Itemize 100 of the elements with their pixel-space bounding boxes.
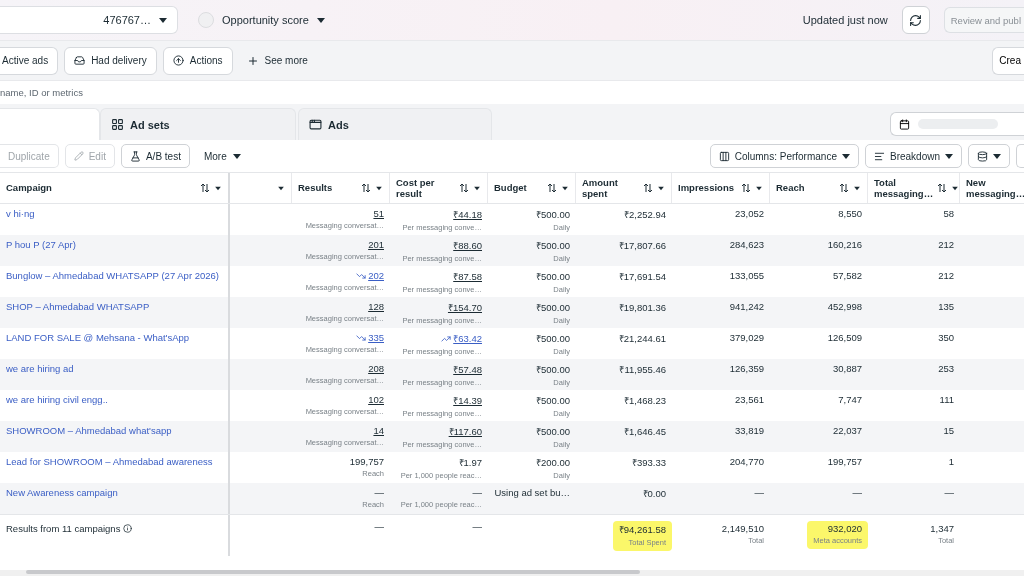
table-cell: 135 (938, 301, 954, 312)
table-cell: 22,037 (832, 425, 862, 436)
table-cell: 30,887 (832, 363, 862, 374)
table-cell: ₹393.33 (631, 456, 666, 469)
export-dropdown[interactable] (968, 144, 1010, 168)
campaign-link[interactable]: LAND FOR SALE @ Mehsana - What'sApp (6, 332, 190, 343)
metric-link[interactable]: 335 (356, 332, 384, 343)
plus-icon (246, 54, 259, 67)
toolbar-button[interactable] (1016, 144, 1024, 168)
sort-icon (839, 183, 849, 193)
column-header[interactable]: Total messaging… (868, 173, 960, 203)
table-cell: — (944, 487, 954, 498)
view-tab[interactable]: Ads (298, 108, 492, 140)
campaign-link[interactable]: SHOWROOM – Ahmedabad what'sapp (6, 425, 172, 436)
column-header[interactable]: Impressions (672, 173, 770, 203)
trend-up-icon (441, 333, 452, 344)
filter-chip[interactable]: Had delivery (64, 46, 157, 75)
column-header[interactable]: Budget (488, 173, 576, 203)
sort-icon (643, 183, 653, 193)
trend-down-icon (356, 270, 367, 281)
table-cell: ₹1,468.23 (624, 394, 666, 407)
column-header[interactable]: Reach (770, 173, 868, 203)
metric-link[interactable]: ₹44.18 (453, 208, 482, 221)
refresh-button[interactable] (901, 6, 930, 34)
table-cell: ₹1,646.45 (624, 425, 666, 438)
view-tab[interactable]: Ad sets (100, 108, 296, 140)
account-dropdown[interactable]: 476767… (0, 6, 178, 34)
metric-link[interactable]: 102 (368, 394, 384, 405)
campaign-link[interactable]: Lead for SHOWROOM – Ahmedabad awareness (6, 456, 213, 467)
metric-link[interactable]: 202 (356, 270, 384, 281)
campaign-link[interactable]: v hi·ng (6, 208, 35, 219)
table-cell: — (754, 487, 764, 498)
more-dropdown[interactable]: More (195, 150, 249, 162)
column-header[interactable]: Amount spent (576, 173, 672, 203)
view-tab[interactable] (0, 108, 100, 140)
table-cell: 212 (938, 239, 954, 250)
breakdown-icon (873, 150, 885, 162)
table-cell: 8,550 (838, 208, 862, 219)
table-cell: — (374, 521, 384, 532)
metric-link[interactable]: 14 (373, 425, 384, 436)
columns-dropdown[interactable]: Columns: Performance (709, 144, 859, 168)
budget-value: ₹500.00 (535, 239, 570, 252)
table-cell: 350 (938, 332, 954, 343)
table-cell: 1 (948, 456, 954, 467)
table-cell: 126,359 (729, 363, 764, 374)
table-cell: 160,216 (827, 239, 862, 250)
table-cell: — (852, 487, 862, 498)
toolbar-button[interactable]: A/B test (120, 144, 190, 168)
create-button[interactable]: Crea (992, 46, 1024, 75)
table-cell: 379,029 (729, 332, 764, 343)
sort-icon (361, 183, 371, 193)
filter-chip[interactable]: Actions (162, 46, 233, 75)
budget-value: ₹500.00 (535, 301, 570, 314)
metric-link[interactable]: ₹88.60 (453, 239, 482, 252)
opportunity-score-dropdown[interactable]: Opportunity score (192, 11, 331, 29)
date-picker[interactable] (890, 112, 1024, 136)
database-icon (977, 150, 988, 162)
table-cell: 23,052 (734, 208, 764, 219)
table-cell: ₹19,801.36 (618, 301, 666, 314)
table-cell: — (472, 521, 482, 532)
metric-link[interactable]: ₹57.48 (453, 363, 482, 376)
table-cell: 58 (943, 208, 954, 219)
sort-icon (200, 183, 210, 193)
column-header[interactable]: Results (292, 173, 390, 203)
metric-link[interactable]: 208 (368, 363, 384, 374)
campaign-link[interactable]: we are hiring ad (6, 363, 74, 374)
budget-value: ₹500.00 (535, 394, 570, 407)
campaign-link[interactable]: Bunglow – Ahmedabad WHATSAPP (27 Apr 2026) (6, 270, 219, 281)
metric-link[interactable]: ₹63.42 (441, 332, 482, 345)
results-summary: Results from 11 campaigns (6, 523, 133, 534)
table-cell: ₹17,807.66 (618, 239, 666, 252)
table-cell: 15 (943, 425, 954, 436)
filter-chip[interactable]: Active ads (0, 46, 59, 75)
campaign-link[interactable]: we are hiring civil engg.. (6, 394, 108, 405)
metric-link[interactable]: 128 (368, 301, 384, 312)
info-icon[interactable] (123, 524, 133, 533)
campaign-link[interactable]: P hou P (27 Apr) (6, 239, 76, 250)
breakdown-dropdown[interactable]: Breakdown (864, 144, 962, 168)
table-cell: 133,055 (729, 270, 764, 281)
table-cell: 33,819 (734, 425, 764, 436)
table-cell: 23,561 (734, 394, 764, 405)
metric-link[interactable]: ₹154.70 (447, 301, 482, 314)
refresh-icon (909, 13, 923, 27)
upload-icon (172, 55, 184, 66)
metric-value: ₹1.97 (458, 456, 482, 469)
metric-link[interactable]: 201 (368, 239, 384, 250)
campaign-link[interactable]: SHOP – Ahmedabad WHATSAPP (6, 301, 150, 312)
budget-value: Using ad set bu… (494, 487, 570, 498)
metric-link[interactable]: 51 (373, 208, 384, 219)
metric-link[interactable]: ₹117.60 (448, 425, 482, 438)
metric-link[interactable]: ₹14.39 (453, 394, 482, 407)
column-header[interactable]: Cost per result (390, 173, 488, 203)
sort-icon (547, 183, 557, 193)
metric-link[interactable]: ₹87.58 (453, 270, 482, 283)
column-header[interactable]: New messaging… (960, 173, 1024, 203)
see-more-button[interactable]: See more (238, 54, 316, 67)
metric-value: — (472, 487, 482, 498)
budget-value: ₹500.00 (535, 332, 570, 345)
campaign-link[interactable]: New Awareness campaign (6, 487, 118, 498)
table-cell: 284,623 (729, 239, 764, 250)
